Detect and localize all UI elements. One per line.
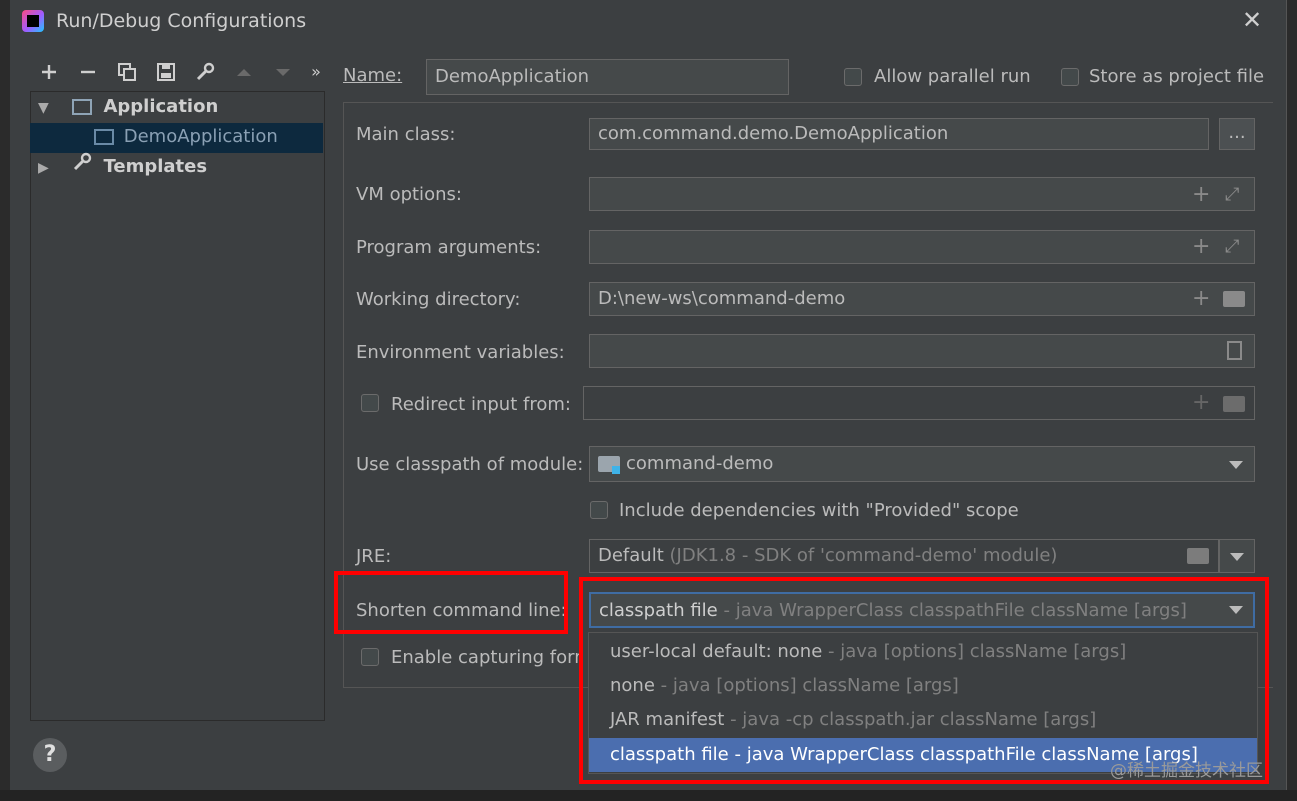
program-arguments-label: Program arguments: xyxy=(356,237,542,258)
include-dependencies-label: Include dependencies with "Provided" sco… xyxy=(619,500,1019,521)
allow-parallel-label: Allow parallel run xyxy=(874,66,1031,87)
folder-icon[interactable] xyxy=(1223,396,1245,412)
working-directory-input[interactable]: D:\new-ws\command-demo xyxy=(589,282,1255,316)
expand-icon[interactable]: ⤢ xyxy=(1225,184,1239,206)
vm-options-input[interactable] xyxy=(589,177,1255,211)
dialog-title: Run/Debug Configurations xyxy=(56,10,307,32)
allow-parallel-checkbox[interactable] xyxy=(844,68,862,86)
expand-icon[interactable]: ⤢ xyxy=(1225,236,1239,258)
enable-capturing-checkbox[interactable] xyxy=(361,648,379,666)
main-class-label: Main class: xyxy=(356,124,456,145)
jre-detail: (JDK1.8 - SDK of 'command-demo' module) xyxy=(669,545,1058,566)
tree-item-templates[interactable]: ▶ Templates xyxy=(38,152,207,182)
environment-variables-label: Environment variables: xyxy=(356,342,565,363)
chevron-down-icon[interactable] xyxy=(1229,461,1243,469)
highlight-box-label xyxy=(334,571,568,634)
environment-variables-input[interactable] xyxy=(589,334,1255,368)
redirect-input-label: Redirect input from: xyxy=(391,394,571,415)
chevron-down-icon[interactable] xyxy=(1230,553,1244,561)
save-icon[interactable] xyxy=(152,58,180,86)
classpath-module-dropdown[interactable]: command-demo xyxy=(589,446,1255,482)
close-icon[interactable]: ✕ xyxy=(1238,6,1266,34)
vm-options-label: VM options: xyxy=(356,184,462,205)
folder-icon[interactable] xyxy=(1223,291,1245,307)
enable-capturing-label: Enable capturing form xyxy=(391,647,581,668)
move-down-icon[interactable] xyxy=(269,58,297,86)
redirect-input-field[interactable] xyxy=(583,386,1255,420)
application-icon xyxy=(71,99,92,115)
main-class-input[interactable]: com.command.demo.DemoApplication xyxy=(589,118,1209,150)
configuration-tree xyxy=(30,91,325,721)
list-icon[interactable] xyxy=(1227,341,1242,360)
ide-background-right xyxy=(1286,0,1297,801)
working-directory-label: Working directory: xyxy=(356,289,521,310)
store-project-checkbox[interactable] xyxy=(1061,68,1079,86)
name-label: Name: xyxy=(343,65,403,86)
tree-item-label: DemoApplication xyxy=(123,126,278,147)
plus-icon[interactable]: + xyxy=(1192,236,1210,258)
module-badge-icon xyxy=(612,466,620,474)
copy-icon[interactable] xyxy=(113,58,141,86)
watermark: @稀土掘金技术社区 xyxy=(1110,761,1263,781)
redirect-input-checkbox[interactable] xyxy=(361,394,379,412)
wrench-icon[interactable] xyxy=(191,58,219,86)
chevron-right-icon[interactable]: ▶ xyxy=(38,153,60,183)
plus-icon[interactable]: + xyxy=(1192,184,1210,206)
wrench-icon xyxy=(72,152,98,182)
highlight-box-dropdown xyxy=(579,577,1269,784)
jre-value: Default xyxy=(598,545,664,566)
name-input[interactable]: DemoApplication xyxy=(426,59,789,95)
plus-icon[interactable]: + xyxy=(1192,288,1210,310)
move-up-icon[interactable] xyxy=(230,58,258,86)
application-icon xyxy=(94,129,114,145)
ide-background-left xyxy=(0,0,10,801)
tree-item-label: Application xyxy=(103,96,219,117)
tree-item-label: Templates xyxy=(103,156,208,177)
remove-icon[interactable] xyxy=(74,58,102,86)
browse-button[interactable]: ... xyxy=(1219,118,1255,150)
include-dependencies-checkbox[interactable] xyxy=(590,501,608,519)
classpath-module-label: Use classpath of module: xyxy=(356,454,584,475)
program-arguments-input[interactable] xyxy=(589,230,1255,264)
plus-icon[interactable]: + xyxy=(1192,392,1210,414)
chevron-down-icon[interactable]: ▼ xyxy=(38,93,60,123)
jre-dropdown[interactable]: Default (JDK1.8 - SDK of 'command-demo' … xyxy=(589,539,1219,573)
ide-background-bottom xyxy=(0,790,1297,801)
tree-item-demoapplication[interactable]: DemoApplication xyxy=(94,122,278,152)
more-icon[interactable]: » xyxy=(302,58,330,86)
store-project-label: Store as project file xyxy=(1089,66,1265,87)
folder-icon[interactable] xyxy=(1187,548,1209,564)
add-icon[interactable] xyxy=(35,58,63,86)
help-icon[interactable]: ? xyxy=(33,738,67,772)
tree-item-application[interactable]: ▼ Application xyxy=(38,92,218,122)
intellij-logo-icon xyxy=(22,10,44,32)
jre-label: JRE: xyxy=(356,546,392,567)
